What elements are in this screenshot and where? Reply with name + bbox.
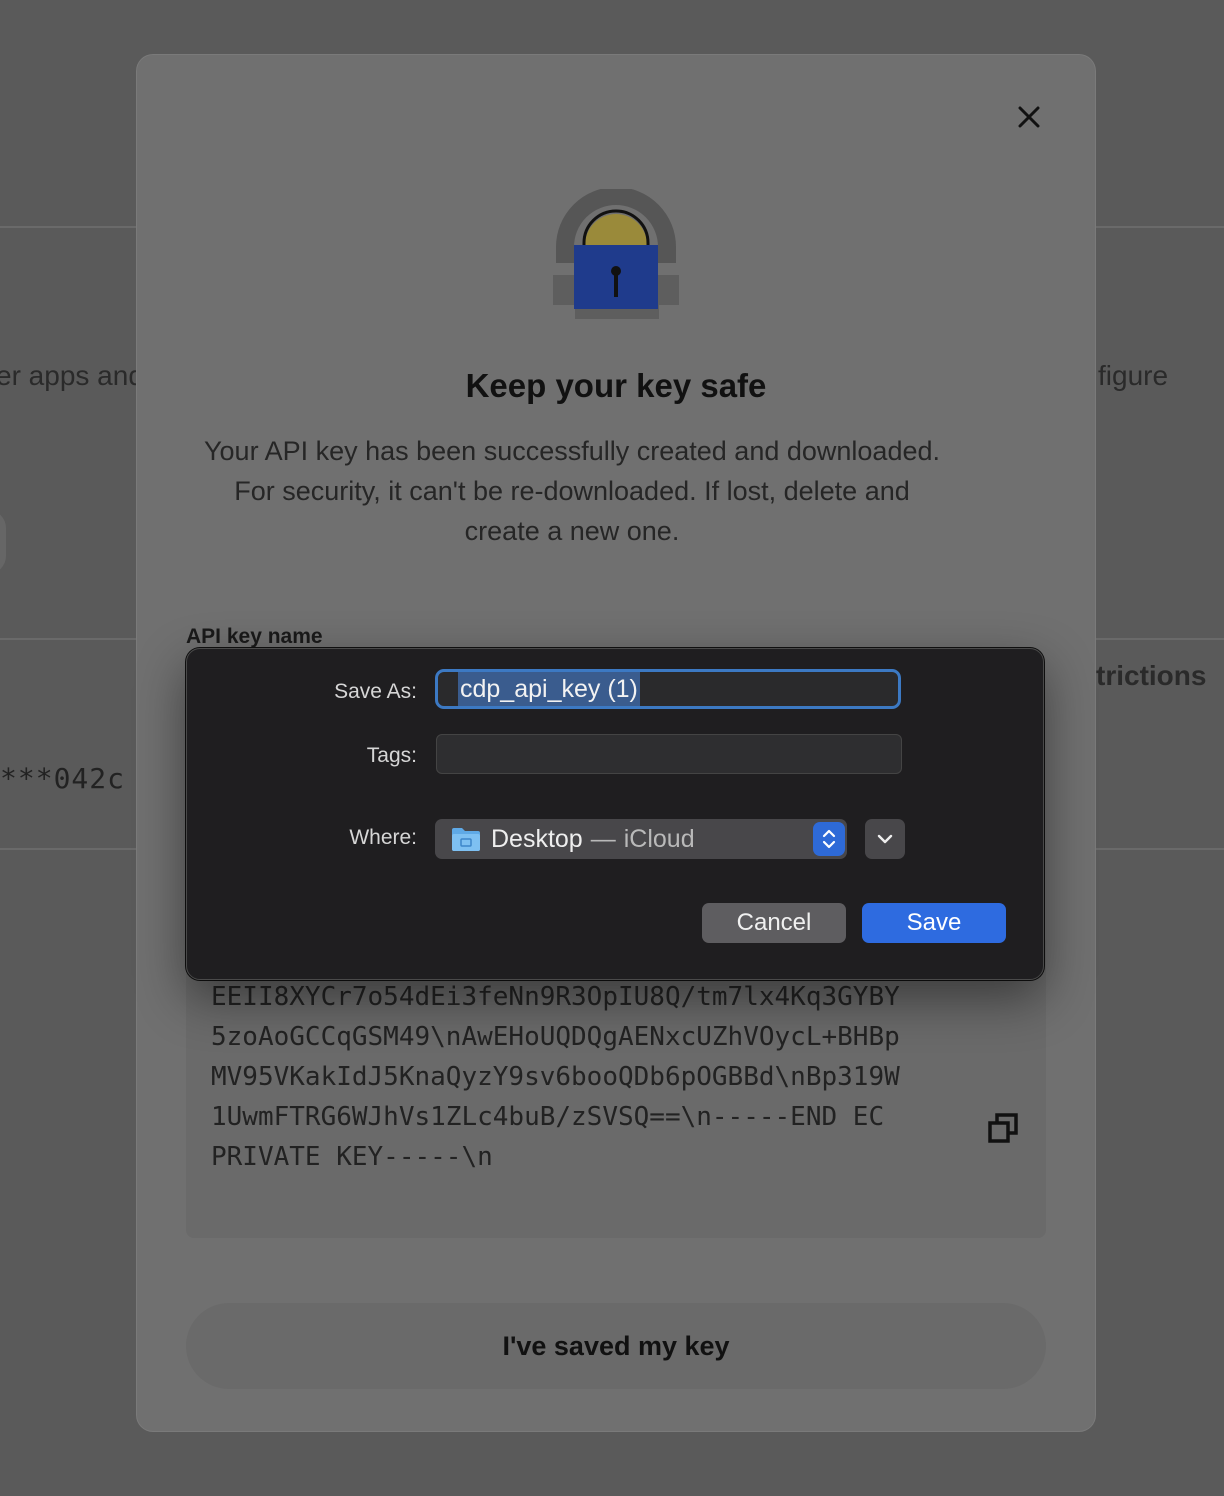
close-button[interactable] [1011, 99, 1047, 135]
expand-dialog-button[interactable] [865, 819, 905, 859]
save-as-value: cdp_api_key (1) [458, 672, 640, 706]
cancel-button[interactable]: Cancel [702, 903, 846, 943]
modal-description: Your API key has been successfully creat… [204, 436, 940, 546]
copy-icon [988, 1113, 1018, 1143]
background-text-restrictions: trictions [1096, 660, 1207, 691]
close-icon [1018, 106, 1040, 128]
tags-label: Tags: [366, 744, 417, 767]
updown-stepper[interactable] [813, 822, 845, 856]
chevron-down-icon [877, 834, 893, 844]
save-dialog: Save As: cdp_api_key (1) Tags: Where: De… [186, 648, 1044, 980]
where-select[interactable]: Desktop — iCloud [435, 819, 847, 859]
background-text-left: er apps and [0, 360, 144, 391]
where-label: Where: [349, 826, 417, 849]
copy-button[interactable] [986, 1111, 1020, 1150]
lock-illustration [551, 187, 681, 326]
api-key-name-label: API key name [186, 625, 323, 648]
modal-title: Keep your key safe [465, 367, 767, 404]
where-separator: — [590, 824, 616, 853]
where-location: Desktop [491, 824, 583, 853]
private-key-box: EEII8XYCr7o54dEi3feNn9R3OpIU8Q/tm7lx4Kq3… [186, 935, 1046, 1238]
tags-input[interactable] [436, 734, 902, 774]
background-button [0, 510, 6, 574]
save-as-label: Save As: [334, 680, 417, 703]
chevron-updown-icon [822, 829, 836, 849]
background-key-suffix: ***042c [0, 762, 126, 795]
saved-my-key-button[interactable]: I've saved my key [186, 1303, 1046, 1389]
where-cloud: iCloud [623, 824, 695, 853]
folder-icon [452, 828, 480, 851]
private-key-text: EEII8XYCr7o54dEi3feNn9R3OpIU8Q/tm7lx4Kq3… [211, 982, 900, 1172]
save-as-input[interactable]: cdp_api_key (1) [435, 669, 901, 709]
save-button[interactable]: Save [862, 903, 1006, 943]
background-text-right: figure [1098, 360, 1169, 391]
